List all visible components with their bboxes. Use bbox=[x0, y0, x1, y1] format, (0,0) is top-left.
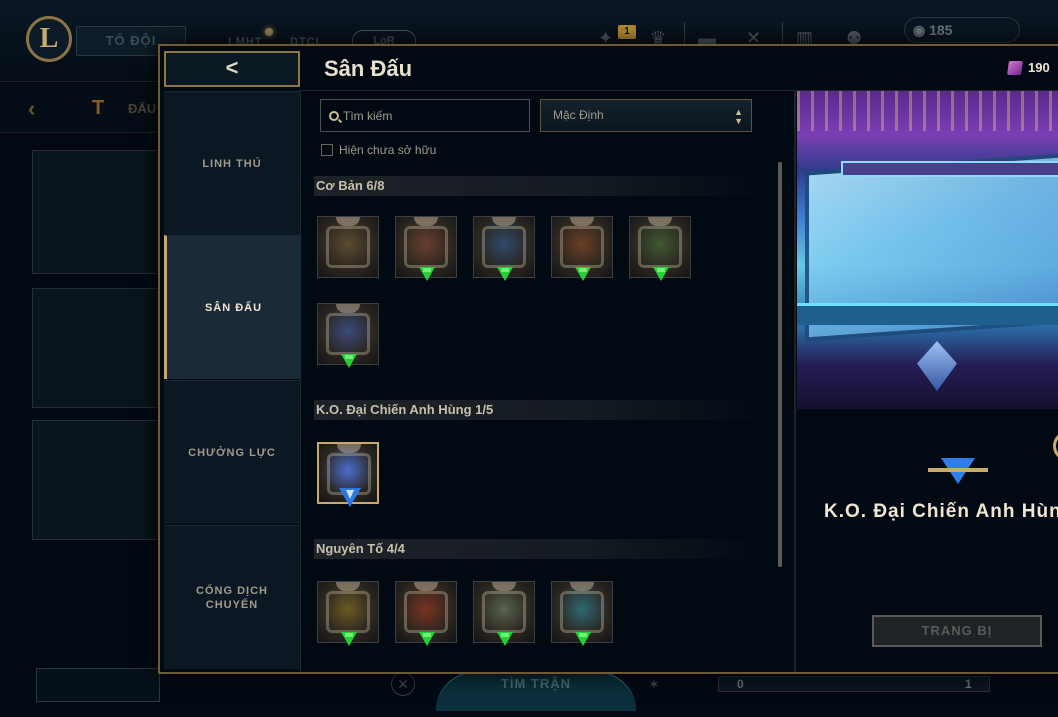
search-input[interactable] bbox=[343, 108, 513, 123]
owned-gem-icon bbox=[341, 632, 357, 648]
arena-tile[interactable] bbox=[395, 216, 457, 281]
owned-gem-icon bbox=[497, 267, 513, 283]
nav-item-linh-thu[interactable]: LINH THÚ bbox=[164, 91, 300, 235]
lobby-card bbox=[32, 150, 162, 274]
lobby-slider[interactable]: 0 1 bbox=[718, 676, 990, 692]
arena-tile[interactable] bbox=[551, 216, 613, 281]
settings-icon[interactable]: ✶ bbox=[640, 672, 668, 696]
sort-dropdown[interactable]: Mặc Định ▲ ▼ bbox=[540, 99, 752, 132]
lobby-card bbox=[32, 420, 162, 540]
section-title-co-ban: Cơ Bản 6/8 bbox=[314, 176, 764, 196]
section-title-ko: K.O. Đại Chiến Anh Hùng 1/5 bbox=[314, 400, 764, 420]
chevron-updown-icon: ▲ ▼ bbox=[734, 107, 743, 126]
nav-item-chuong-luc[interactable]: CHƯỞNG LỰC bbox=[164, 380, 300, 524]
panel-divider bbox=[794, 91, 796, 672]
arena-tile[interactable] bbox=[317, 303, 379, 368]
blue-essence-amount: 185 bbox=[929, 22, 953, 38]
owned-gem-icon bbox=[419, 267, 435, 283]
blue-essence-icon: ◉ bbox=[913, 22, 930, 38]
tft-logo: T bbox=[92, 97, 105, 119]
arena-tile[interactable] bbox=[473, 216, 535, 281]
nav-divider bbox=[300, 91, 301, 672]
search-box[interactable] bbox=[320, 99, 530, 132]
find-match-button[interactable]: TÌM TRẬN bbox=[436, 671, 636, 711]
owned-gem-icon bbox=[497, 632, 513, 648]
rp-display: 190 bbox=[1007, 60, 1050, 75]
cancel-icon[interactable]: ✕ bbox=[391, 672, 415, 696]
show-unowned-label: Hiện chưa sở hữu bbox=[339, 143, 437, 157]
back-button[interactable]: < bbox=[164, 51, 300, 87]
blue-essence-display: ◉ 185 bbox=[904, 17, 1020, 43]
collection-modal: < Sân Đấu 190 LINH THÚ SÂN ĐẤU CHƯỞNG LỰ… bbox=[158, 44, 1058, 674]
nav-item-san-dau[interactable]: SÂN ĐẤU bbox=[164, 235, 300, 379]
lobby-card bbox=[32, 288, 162, 408]
ko-emblem-icon bbox=[339, 488, 361, 508]
rp-amount: 190 bbox=[1028, 60, 1050, 75]
rotate-icon[interactable] bbox=[1053, 431, 1058, 461]
owned-gem-icon bbox=[419, 632, 435, 648]
owned-gem-icon bbox=[575, 267, 591, 283]
arena-tile[interactable] bbox=[317, 581, 379, 646]
notification-dot bbox=[265, 28, 273, 36]
arena-tile[interactable] bbox=[317, 216, 379, 278]
sort-value: Mặc Định bbox=[553, 108, 604, 122]
arena-preview-image bbox=[797, 91, 1058, 409]
arena-tile[interactable] bbox=[473, 581, 535, 646]
section-title-nguyen-to: Nguyên Tố 4/4 bbox=[314, 539, 764, 559]
arena-tile-selected[interactable] bbox=[317, 442, 379, 507]
arena-tile[interactable] bbox=[551, 581, 613, 646]
league-logo[interactable]: L bbox=[26, 16, 72, 62]
owned-gem-icon bbox=[653, 267, 669, 283]
owned-gem-icon bbox=[341, 354, 357, 370]
owned-gem-icon bbox=[575, 632, 591, 648]
rp-icon bbox=[1007, 60, 1023, 75]
chat-box[interactable] bbox=[36, 668, 160, 702]
scrollbar-thumb[interactable] bbox=[778, 162, 782, 567]
arena-tile[interactable] bbox=[395, 581, 457, 646]
equip-button[interactable]: TRANG BỊ bbox=[872, 615, 1042, 647]
sub-title: ĐẤU bbox=[128, 101, 157, 116]
show-unowned-toggle[interactable]: Hiện chưa sở hữu bbox=[321, 143, 436, 157]
category-nav: LINH THÚ SÂN ĐẤU CHƯỞNG LỰC CỔNG DỊCH CH… bbox=[164, 91, 300, 672]
nav-item-cong-dich-chuyen[interactable]: CỔNG DỊCH CHUYỂN bbox=[164, 525, 300, 669]
missions-badge: 1 bbox=[618, 25, 636, 39]
preview-skin-name: K.O. Đại Chiến Anh Hùng bbox=[824, 501, 1058, 522]
ko-emblem-icon bbox=[928, 458, 988, 488]
slider-max: 1 bbox=[965, 677, 972, 691]
client-window: L TỐ ĐỘI LMHT DTCL LoR ✦ 1 ♛ ▬ ✕ ▥ ⚉ ◉ 1… bbox=[0, 0, 1058, 717]
back-arrow-icon[interactable]: ‹ bbox=[28, 96, 35, 122]
search-icon bbox=[329, 110, 339, 121]
show-unowned-checkbox[interactable] bbox=[321, 144, 333, 156]
modal-title: Sân Đấu bbox=[324, 56, 413, 81]
slider-min: 0 bbox=[737, 677, 744, 691]
arena-tile[interactable] bbox=[629, 216, 691, 281]
